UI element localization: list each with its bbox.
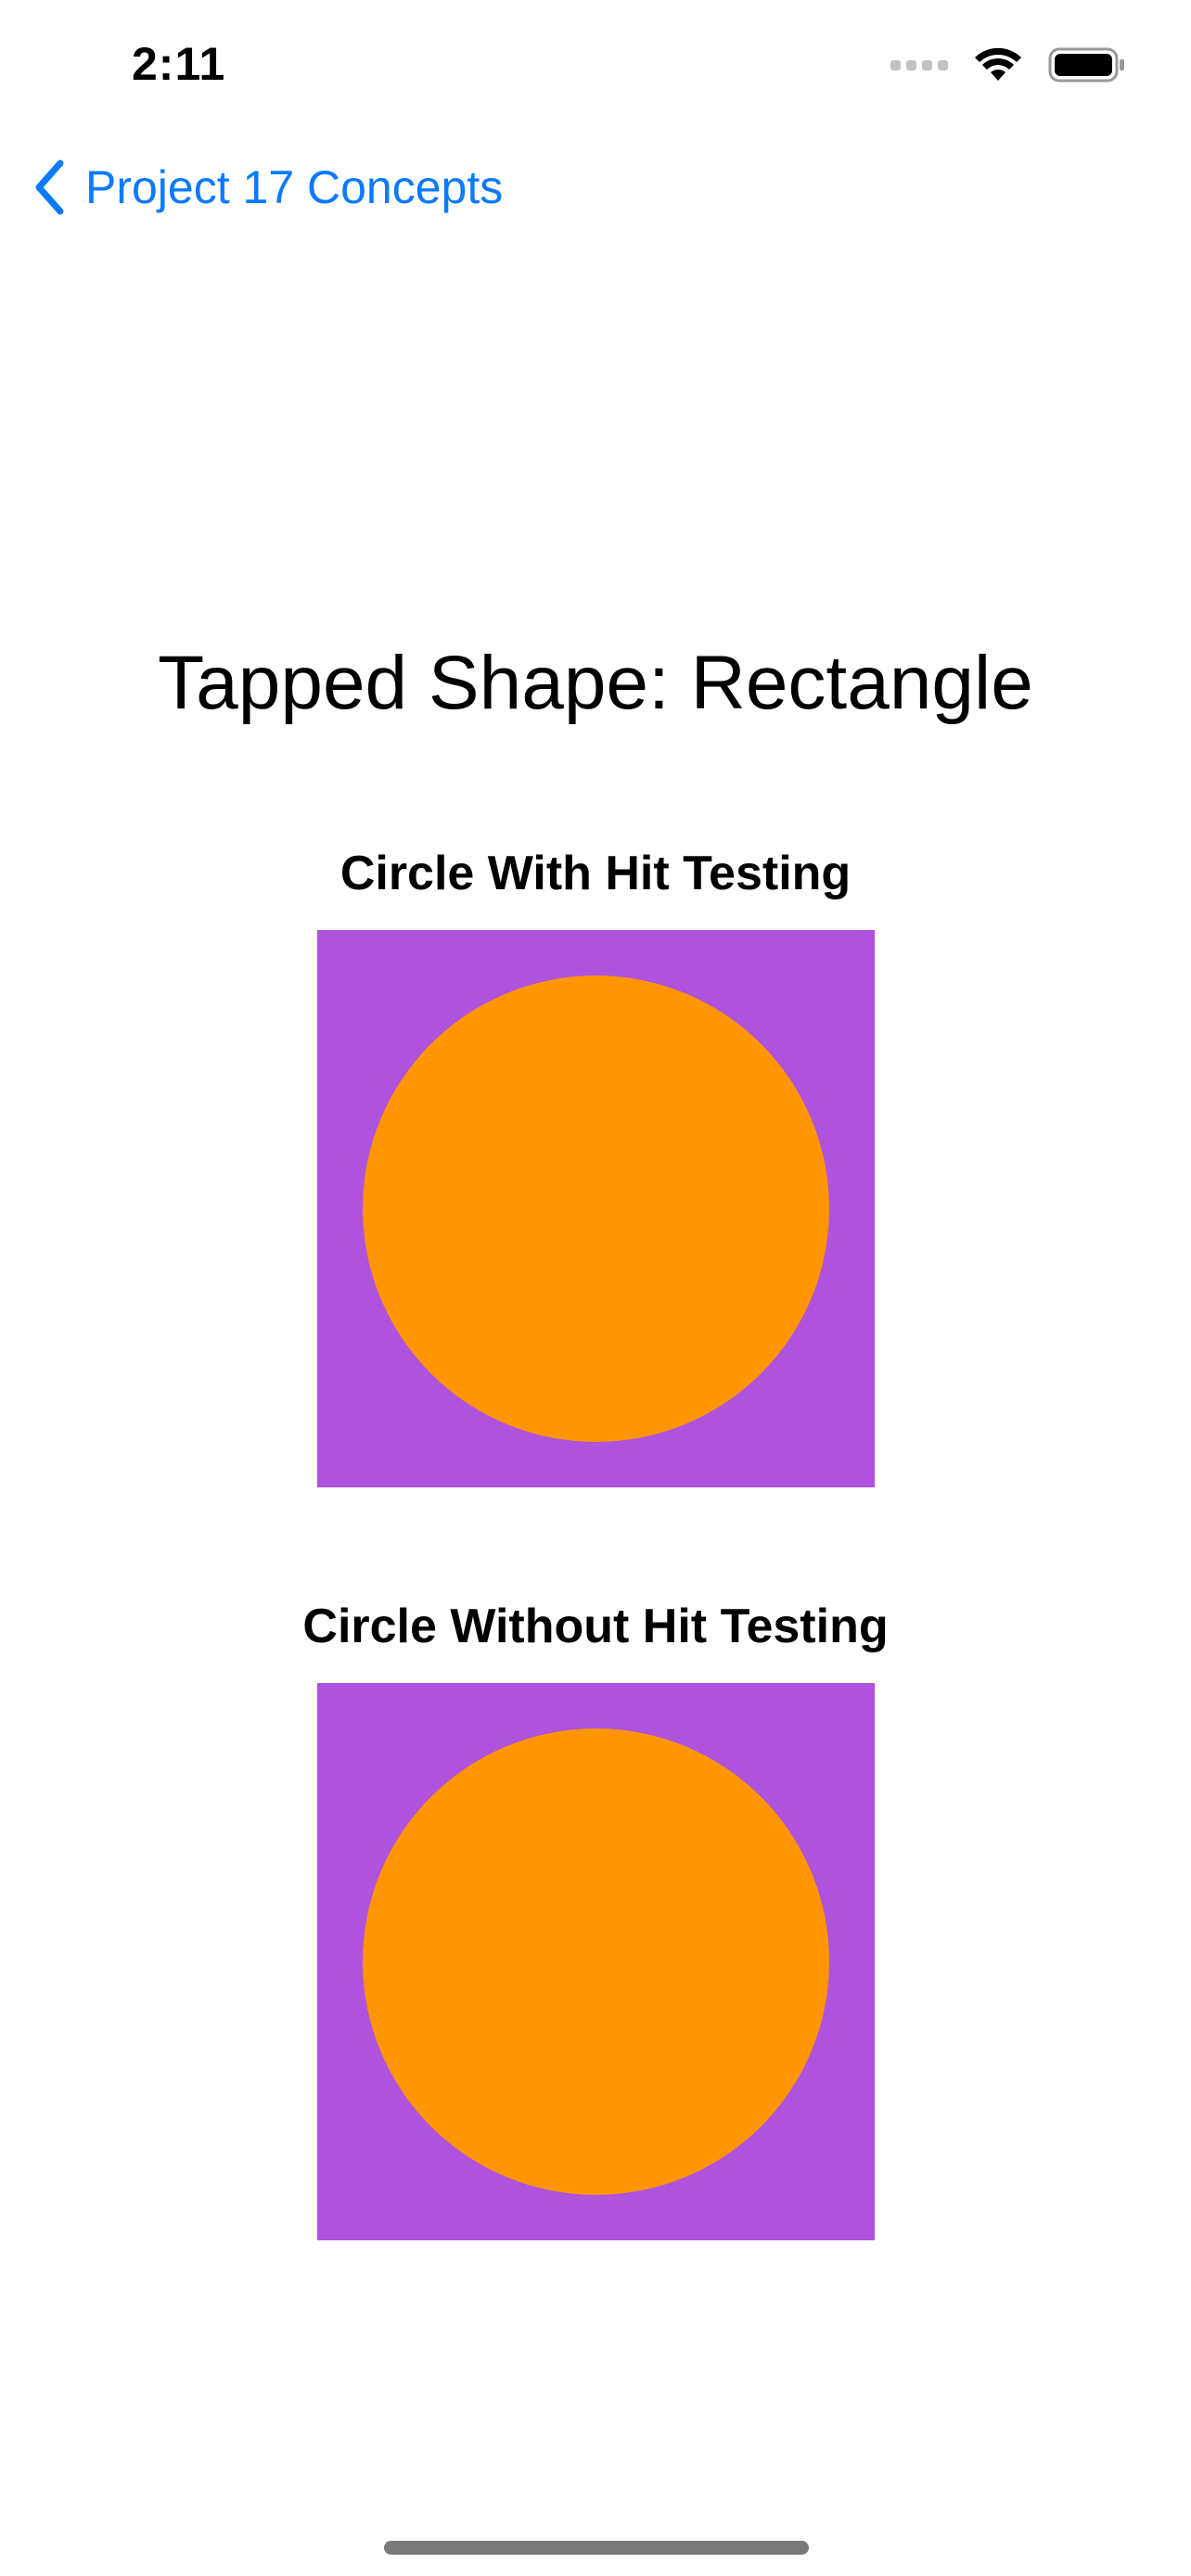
rectangle-shape-without-hit-testing[interactable] [317,1683,875,2240]
navigation-bar: Project 17 Concepts [0,148,1191,241]
section-title-with-hit-testing: Circle With Hit Testing [339,847,852,900]
chevron-left-icon [35,159,64,215]
tapped-shape-label: Tapped Shape: Rectangle [158,641,1033,725]
battery-icon [1048,47,1124,83]
back-button-label: Project 17 Concepts [85,161,504,213]
rectangle-shape-with-hit-testing[interactable] [317,930,875,1487]
wifi-icon [975,47,1021,81]
home-indicator[interactable] [384,2541,809,2555]
circle-shape-without-hit-testing[interactable] [363,1728,829,2195]
status-icons [890,46,1126,83]
circle-shape-with-hit-testing[interactable] [363,976,829,1442]
status-bar: 2:11 [0,0,1191,139]
status-time: 2:11 [132,38,226,90]
section-title-without-hit-testing: Circle Without Hit Testing [302,1600,889,1653]
cellular-signal-icon [890,59,948,70]
back-button[interactable]: Project 17 Concepts [33,159,503,215]
